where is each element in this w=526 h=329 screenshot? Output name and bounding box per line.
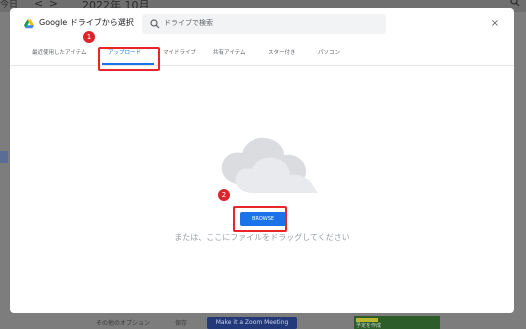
google-drive-logo-icon <box>24 19 34 29</box>
picker-tabs: 最近使用したアイテム アップロード マイドライブ 共有アイテム スター付き パソ… <box>10 46 514 66</box>
drag-drop-hint: または、ここにファイルをドラッグしてください <box>174 233 350 242</box>
tab-starred[interactable]: スター付き <box>268 48 296 56</box>
tab-computers[interactable]: パソコン <box>318 48 340 56</box>
tab-my-drive[interactable]: マイドライブ <box>163 48 196 56</box>
upload-cloud-illustration <box>221 137 318 193</box>
background-more-options: その他のオプション <box>96 320 151 327</box>
close-button[interactable]: × <box>488 17 502 31</box>
drive-picker-dialog: Google ドライブから選択 ドライブで検索 × 最近使用したアイテム アップ… <box>10 8 514 313</box>
search-placeholder: ドライブで検索 <box>164 19 213 27</box>
dialog-title: Google ドライブから選択 <box>39 18 134 27</box>
tab-divider <box>10 65 514 66</box>
background-save: 保存 <box>175 320 188 327</box>
callout-box-browse <box>233 206 287 232</box>
callout-number-2: 2 <box>218 189 230 201</box>
drive-search-input[interactable]: ドライブで検索 <box>142 14 386 34</box>
background-side-tab <box>0 151 8 163</box>
background-event-label: 予定を作成 <box>356 323 382 329</box>
background-zoom-button: Make it a Zoom Meeting <box>207 317 297 329</box>
tab-recent[interactable]: 最近使用したアイテム <box>32 48 86 56</box>
search-icon <box>150 19 160 29</box>
callout-number-1: 1 <box>83 31 95 43</box>
tab-shared[interactable]: 共有アイテム <box>213 48 245 56</box>
callout-box-upload-tab <box>98 47 160 71</box>
